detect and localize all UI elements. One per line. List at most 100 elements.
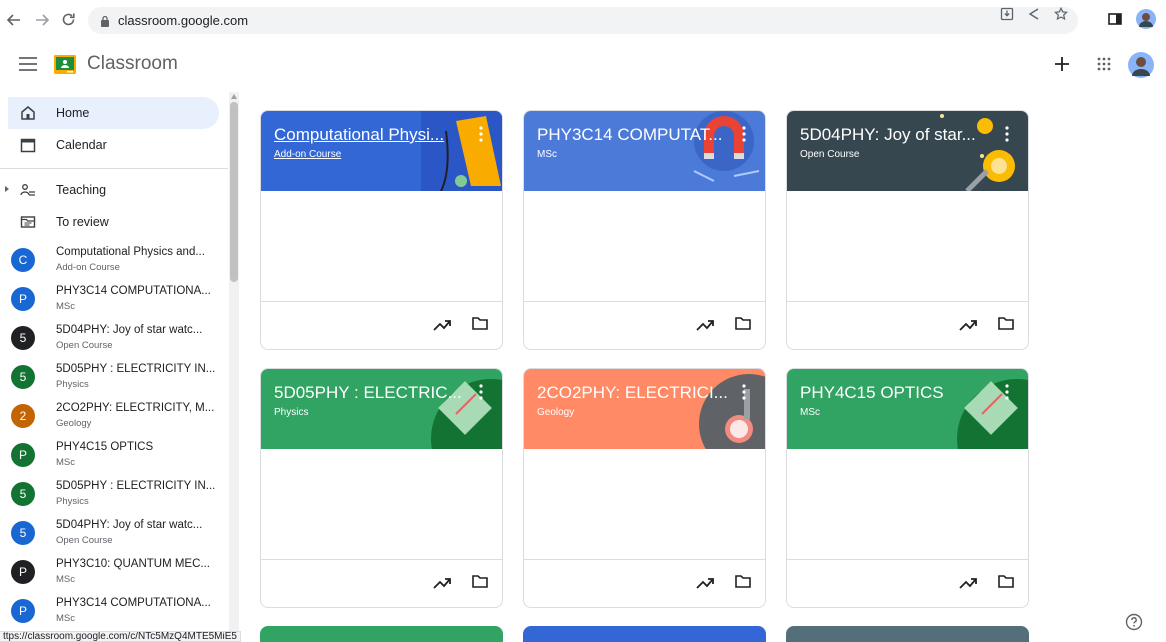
sidebar-item-home[interactable]: Home xyxy=(8,97,219,129)
sidebar-course-item[interactable]: 5 5D04PHY: Joy of star watc... Open Course xyxy=(8,320,228,358)
card-title[interactable]: 2CO2PHY: ELECTRICI... xyxy=(537,383,728,403)
card-section[interactable]: MSc xyxy=(537,149,557,160)
scrollbar-thumb[interactable] xyxy=(230,102,238,282)
course-name: PHY3C14 COMPUTATIONA... xyxy=(56,597,211,609)
home-icon xyxy=(21,106,35,120)
sidebar-divider xyxy=(0,168,228,169)
card-banner[interactable]: Computational Physi... Add-on Course xyxy=(261,111,502,191)
profile-avatar-icon[interactable] xyxy=(1136,9,1156,29)
card-banner-illustration xyxy=(693,111,760,182)
trending-icon[interactable] xyxy=(696,577,714,589)
more-vert-icon[interactable] xyxy=(1005,126,1009,142)
install-icon[interactable] xyxy=(1000,7,1014,21)
more-vert-icon[interactable] xyxy=(1005,384,1009,400)
back-icon[interactable] xyxy=(7,13,21,27)
app-title[interactable]: Classroom xyxy=(87,53,178,75)
course-card-partial[interactable] xyxy=(260,626,503,642)
scroll-up-arrow-icon[interactable] xyxy=(231,94,237,99)
sidebar-course-item[interactable]: P PHY3C10: QUANTUM MEC... MSc xyxy=(8,554,228,592)
account-avatar-icon[interactable] xyxy=(1128,52,1154,78)
folder-icon[interactable] xyxy=(998,316,1014,330)
card-title[interactable]: 5D04PHY: Joy of star... xyxy=(800,125,976,145)
sidebar-item-label: To review xyxy=(56,215,109,229)
card-section[interactable]: Geology xyxy=(537,407,574,418)
sidebar-course-item[interactable]: 2 2CO2PHY: ELECTRICITY, M... Geology xyxy=(8,398,228,436)
sidebar-course-item[interactable]: 5 5D05PHY : ELECTRICITY IN... Physics xyxy=(8,359,228,397)
course-name: 2CO2PHY: ELECTRICITY, M... xyxy=(56,402,215,414)
sidebar-scrollbar[interactable] xyxy=(229,92,239,642)
card-banner[interactable]: PHY3C14 COMPUTAT... MSc xyxy=(524,111,765,191)
card-banner[interactable]: 5D04PHY: Joy of star... Open Course xyxy=(787,111,1028,191)
course-card[interactable]: 5D04PHY: Joy of star... Open Course xyxy=(786,110,1029,350)
trending-icon[interactable] xyxy=(696,319,714,331)
card-banner[interactable]: PHY4C15 OPTICS MSc xyxy=(787,369,1028,449)
trending-icon[interactable] xyxy=(959,577,977,589)
course-card-partial[interactable] xyxy=(523,626,766,642)
sidebar-course-item[interactable]: C Computational Physics and... Add-on Cour… xyxy=(8,242,228,280)
folder-icon[interactable] xyxy=(472,574,488,588)
course-card[interactable]: Computational Physi... Add-on Course xyxy=(260,110,503,350)
trending-icon[interactable] xyxy=(433,577,451,589)
course-name: Computational Physics and... xyxy=(56,246,205,258)
course-avatar: P xyxy=(11,287,35,311)
course-name: 5D04PHY: Joy of star watc... xyxy=(56,519,203,531)
url-text: classroom.google.com xyxy=(118,13,249,28)
forward-icon[interactable] xyxy=(35,13,49,27)
folder-icon[interactable] xyxy=(735,574,751,588)
card-banner[interactable]: 2CO2PHY: ELECTRICI... Geology xyxy=(524,369,765,449)
course-name: PHY3C10: QUANTUM MEC... xyxy=(56,558,210,570)
sidebar-course-item[interactable]: 5 5D04PHY: Joy of star watc... Open Course xyxy=(8,515,228,553)
star-icon[interactable] xyxy=(1054,7,1068,21)
sidebar-item-calendar[interactable]: Calendar xyxy=(8,129,219,161)
more-vert-icon[interactable] xyxy=(479,126,483,142)
course-card[interactable]: PHY3C14 COMPUTAT... MSc xyxy=(523,110,766,350)
sidebar-course-item[interactable]: 5 5D05PHY : ELECTRICITY IN... Physics xyxy=(8,476,228,514)
sidebar-course-item[interactable]: P PHY4C15 OPTICS MSc xyxy=(8,437,228,475)
card-footer xyxy=(787,559,1028,607)
card-title[interactable]: 5D05PHY : ELECTRIC... xyxy=(274,383,462,403)
card-footer xyxy=(524,301,765,349)
sidebar-item-teaching[interactable]: Teaching xyxy=(8,174,219,206)
course-avatar: P xyxy=(11,443,35,467)
hamburger-icon[interactable] xyxy=(19,57,37,71)
card-banner-illustration xyxy=(957,379,1028,449)
reload-icon[interactable] xyxy=(61,12,76,27)
card-section[interactable]: Add-on Course xyxy=(274,149,341,160)
course-card[interactable]: 2CO2PHY: ELECTRICI... Geology xyxy=(523,368,766,608)
more-vert-icon[interactable] xyxy=(479,384,483,400)
card-banner[interactable]: 5D05PHY : ELECTRIC... Physics xyxy=(261,369,502,449)
more-vert-icon[interactable] xyxy=(742,384,746,400)
course-card[interactable]: PHY4C15 OPTICS MSc xyxy=(786,368,1029,608)
course-card-partial[interactable] xyxy=(786,626,1029,642)
sidebar-course-item[interactable]: P PHY3C14 COMPUTATIONA... MSc xyxy=(8,593,228,631)
course-section: MSc xyxy=(56,457,75,468)
card-title[interactable]: PHY4C15 OPTICS xyxy=(800,383,944,403)
apps-icon[interactable] xyxy=(1097,57,1111,71)
folder-icon[interactable] xyxy=(998,574,1014,588)
help-icon[interactable] xyxy=(1125,613,1143,631)
sidebar-item-to-review[interactable]: To review xyxy=(8,206,219,238)
browser-toolbar: classroom.google.com xyxy=(0,0,1166,40)
more-vert-icon[interactable] xyxy=(742,126,746,142)
folder-icon[interactable] xyxy=(735,316,751,330)
trending-icon[interactable] xyxy=(433,319,451,331)
card-section[interactable]: Physics xyxy=(274,407,308,418)
card-section[interactable]: MSc xyxy=(800,407,820,418)
plus-icon[interactable] xyxy=(1054,56,1070,72)
folder-icon[interactable] xyxy=(472,316,488,330)
sidebar-course-item[interactable]: P PHY3C14 COMPUTATIONA... MSc xyxy=(8,281,228,319)
lock-icon xyxy=(101,15,109,27)
sidepanel-icon[interactable] xyxy=(1108,12,1122,26)
course-avatar: 5 xyxy=(11,326,35,350)
card-title[interactable]: PHY3C14 COMPUTAT... xyxy=(537,125,722,145)
card-title[interactable]: Computational Physi... xyxy=(274,125,444,145)
course-avatar: 5 xyxy=(11,521,35,545)
trending-icon[interactable] xyxy=(959,319,977,331)
course-card[interactable]: 5D05PHY : ELECTRIC... Physics xyxy=(260,368,503,608)
share-icon[interactable] xyxy=(1028,7,1040,21)
card-section[interactable]: Open Course xyxy=(800,149,859,160)
address-bar[interactable]: classroom.google.com xyxy=(88,7,1078,34)
card-footer xyxy=(261,559,502,607)
classroom-logo-icon[interactable] xyxy=(54,55,76,74)
course-avatar: 5 xyxy=(11,365,35,389)
